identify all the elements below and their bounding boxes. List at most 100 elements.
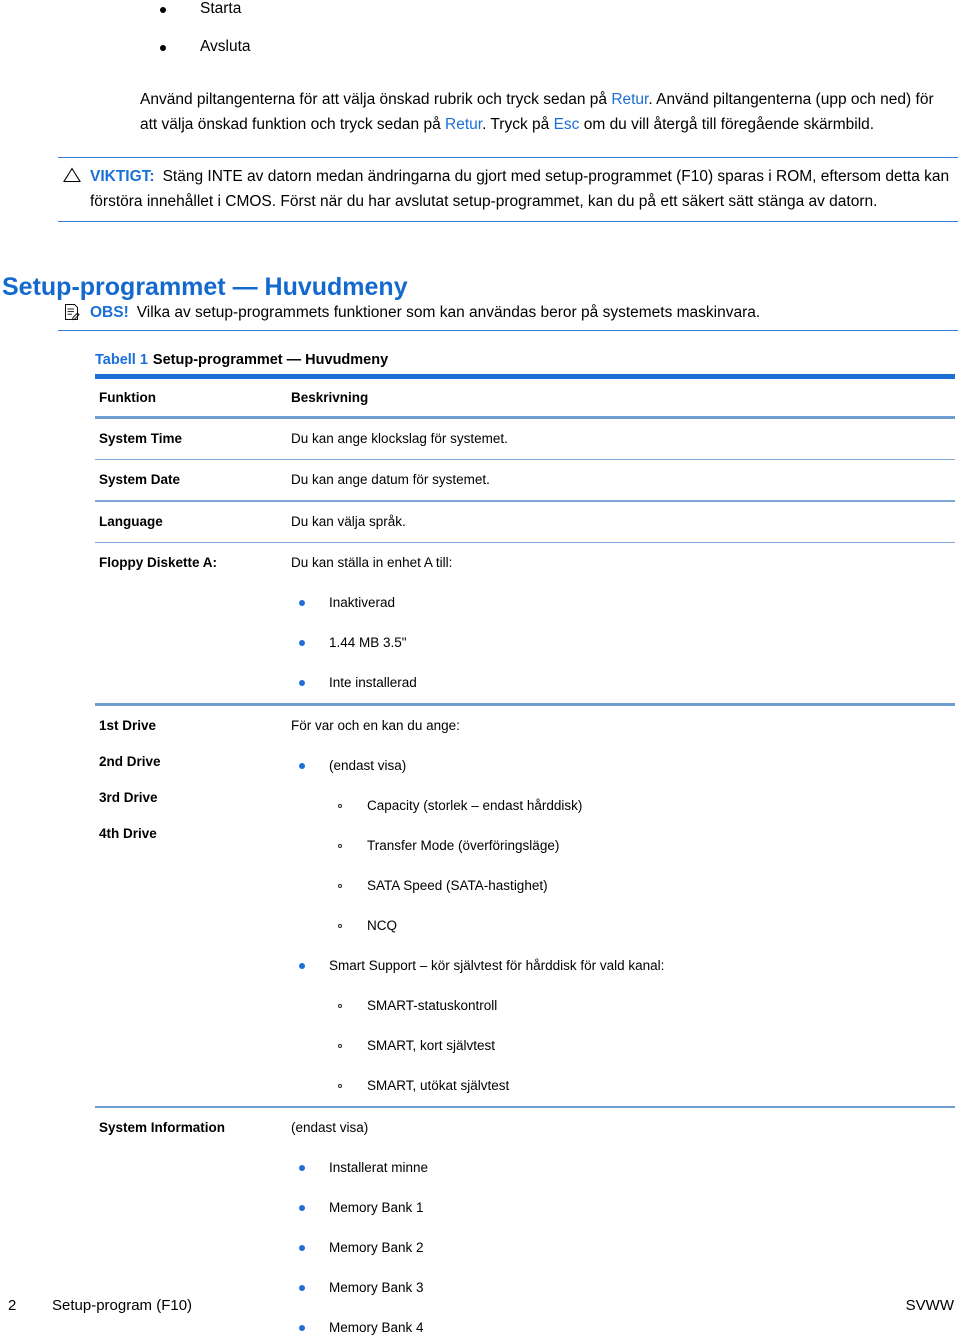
bullet-icon — [299, 1245, 305, 1251]
row-description-text: För var och en kan du ange: — [291, 717, 460, 733]
intro-text-seg1: Använd piltangenterna för att välja önsk… — [140, 90, 612, 108]
hollow-bullet-icon — [338, 843, 342, 848]
sub-sub-list-label: SMART-statuskontroll — [367, 997, 498, 1013]
sub-sub-list-item: SMART, kort självtest — [291, 1037, 955, 1055]
hollow-bullet-icon — [338, 883, 342, 888]
table-row: System Time Du kan ange klockslag för sy… — [95, 419, 955, 459]
sub-sub-list-label: Capacity (storlek – endast hårddisk) — [367, 797, 583, 813]
document-page: Starta Avsluta Använd piltangenterna för… — [0, 0, 960, 1335]
row-description-text: (endast visa) — [291, 1120, 369, 1135]
sub-list-item: Inte installerad — [291, 674, 955, 692]
row-label: System Time — [99, 430, 183, 446]
sub-list-label: 1.44 MB 3.5" — [329, 635, 407, 650]
row-label: 4th Drive — [99, 825, 157, 841]
key-retur-1: Retur — [611, 90, 649, 108]
table-row: Language Du kan välja språk. — [95, 502, 955, 542]
hollow-bullet-icon — [338, 1003, 342, 1008]
caution-text: Stäng INTE av datorn medan ändringarna d… — [90, 168, 950, 210]
table-header-row: Funktion Beskrivning — [95, 379, 955, 416]
note-text: Vilka av setup-programmets funktioner so… — [136, 304, 761, 321]
bullet-icon — [299, 640, 305, 646]
sub-list-label: Smart Support – kör självtest för hårddi… — [329, 957, 665, 973]
row-description: Du kan ange datum för systemet. — [291, 472, 490, 487]
caution-admonition: VIKTIGT: Stäng INTE av datorn medan ändri… — [58, 157, 958, 222]
sub-sub-list-item: Transfer Mode (överföringsläge) — [291, 837, 955, 855]
sub-sub-list-label: NCQ — [367, 917, 397, 933]
sub-list-label: (endast visa) — [329, 757, 407, 773]
note-admonition: OBS! Vilka av setup-programmets funktione… — [58, 300, 958, 331]
intro-bullet-list: Starta Avsluta — [0, 0, 960, 76]
sub-sub-list-item: NCQ — [291, 917, 955, 935]
intro-text-seg3: . Tryck på — [482, 116, 554, 133]
bullet-icon — [299, 600, 305, 606]
intro-text-seg4: om du vill återgå till föregående skärmb… — [579, 116, 875, 133]
sub-list-item: Memory Bank 2 — [291, 1239, 955, 1257]
bullet-icon — [160, 45, 166, 51]
sub-list-label: Installerat minne — [329, 1160, 429, 1175]
sub-sub-list-label: Transfer Mode (överföringsläge) — [367, 837, 560, 853]
hollow-bullet-icon — [338, 1083, 342, 1088]
sub-list-label: Inaktiverad — [329, 595, 396, 610]
table-caption-title: Setup-programmet — Huvudmeny — [152, 352, 389, 368]
sub-sub-list-label: SATA Speed (SATA-hastighet) — [367, 877, 548, 893]
list-item: Avsluta — [0, 38, 960, 76]
table-row: System Date Du kan ange datum för system… — [95, 460, 955, 500]
row-label: Floppy Diskette A: — [99, 555, 218, 570]
warning-triangle-icon — [63, 167, 81, 183]
hollow-bullet-icon — [338, 923, 342, 928]
sub-list-item: Smart Support – kör självtest för hårddi… — [291, 957, 955, 975]
sub-list-item: Memory Bank 1 — [291, 1199, 955, 1217]
bullet-icon — [299, 1205, 305, 1211]
note-pad-icon — [65, 304, 80, 321]
table-caption-number: Tabell 1 — [95, 352, 148, 368]
note-label: OBS! — [90, 304, 129, 321]
bullet-icon — [299, 1165, 305, 1171]
row-label: Language — [99, 513, 163, 529]
hollow-bullet-icon — [338, 1043, 342, 1048]
row-description: För var och en kan du ange: (endast visa… — [291, 706, 955, 1106]
bullet-icon — [299, 762, 305, 769]
caution-label: VIKTIGT: — [90, 168, 155, 185]
hollow-bullet-icon — [338, 803, 342, 808]
page-footer: 2 Setup-program (F10) SVWW — [0, 1297, 960, 1327]
sub-sub-list-item: Capacity (storlek – endast hårddisk) — [291, 797, 955, 815]
sub-sub-list-item: SMART, utökat självtest — [291, 1077, 955, 1095]
row-description: Du kan ange klockslag för systemet. — [291, 430, 508, 446]
column-header-funktion: Funktion — [99, 390, 156, 405]
key-retur-2: Retur — [445, 116, 483, 133]
sub-sub-list-label: SMART, kort självtest — [367, 1037, 496, 1053]
footer-right-label: SVWW — [905, 1297, 954, 1314]
row-label-group: 1st Drive 2nd Drive 3rd Drive 4th Drive — [95, 706, 291, 872]
note-body: OBS! Vilka av setup-programmets funktione… — [58, 302, 958, 324]
list-item: Starta — [0, 0, 960, 38]
table-row: 1st Drive 2nd Drive 3rd Drive 4th Drive … — [95, 706, 955, 1106]
caution-body: VIKTIGT: Stäng INTE av datorn medan ändri… — [58, 164, 958, 214]
sub-list-item: (endast visa) — [291, 757, 955, 775]
setup-main-menu-table: Tabell 1 Setup-programmet — Huvudmeny Fun… — [95, 350, 955, 1335]
row-description: Du kan välja språk. — [291, 513, 406, 529]
sub-list-item: Memory Bank 3 — [291, 1279, 955, 1297]
row-description: Du kan ställa in enhet A till: Inaktiver… — [291, 543, 955, 703]
bullet-icon — [299, 962, 305, 969]
row-label: 1st Drive — [99, 717, 157, 733]
row-label: 2nd Drive — [99, 753, 161, 769]
footer-page-number: 2 — [8, 1297, 17, 1314]
row-label: System Information — [99, 1120, 226, 1135]
bullet-icon — [299, 1285, 305, 1291]
sub-sub-list-item: SMART-statuskontroll — [291, 997, 955, 1015]
bullet-icon — [160, 7, 166, 13]
column-header-beskrivning: Beskrivning — [291, 390, 369, 405]
intro-paragraph: Använd piltangenterna för att välja önsk… — [140, 87, 950, 138]
sub-sub-list-item: SATA Speed (SATA-hastighet) — [291, 877, 955, 895]
sub-list-item: Installerat minne — [291, 1159, 955, 1177]
row-label: System Date — [99, 472, 181, 487]
row-label: 3rd Drive — [99, 789, 158, 805]
table-caption: Tabell 1 Setup-programmet — Huvudmeny — [95, 350, 955, 374]
sub-list-label: Memory Bank 2 — [329, 1240, 424, 1255]
sub-list-label: Inte installerad — [329, 675, 417, 690]
sub-list-label: Memory Bank 3 — [329, 1280, 424, 1295]
sub-sub-list-label: SMART, utökat självtest — [367, 1077, 510, 1093]
table-row: Floppy Diskette A: Du kan ställa in enhe… — [95, 543, 955, 703]
sub-list-label: Memory Bank 1 — [329, 1200, 424, 1215]
section-heading: Setup-programmet — Huvudmeny — [2, 272, 408, 301]
